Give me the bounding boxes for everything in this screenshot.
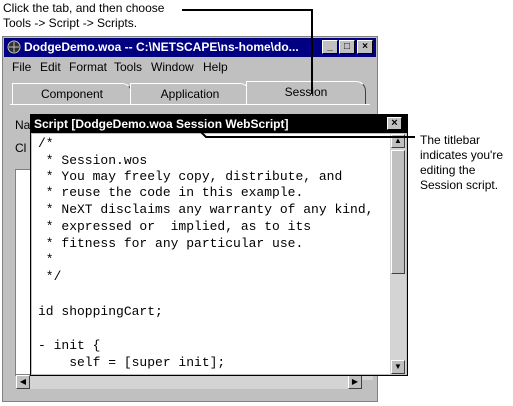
callout-line-top [182, 9, 313, 94]
callout-lines [182, 9, 415, 138]
callout-line-right [195, 126, 415, 138]
